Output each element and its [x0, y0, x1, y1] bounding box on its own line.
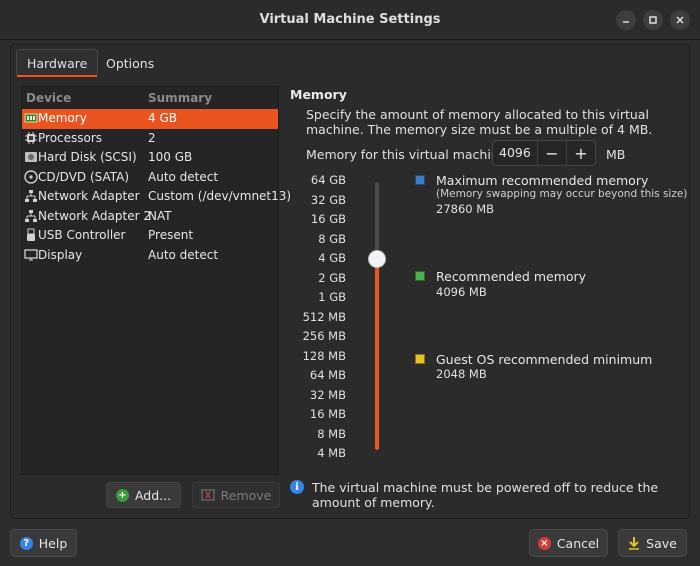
device-name: Hard Disk (SCSI) [38, 150, 137, 164]
cancel-button[interactable]: × Cancel [529, 529, 608, 557]
device-summary: Custom (/dev/vmnet13) [148, 189, 292, 203]
device-name: Memory [38, 111, 87, 125]
save-arrow-icon [629, 537, 640, 550]
guest-minimum-title: Guest OS recommended minimum [436, 352, 653, 367]
decrement-button[interactable]: − [537, 141, 566, 165]
info-icon: i [290, 480, 304, 494]
device-name: Network Adapter [38, 189, 140, 203]
save-label: Save [646, 535, 677, 551]
device-row-cd-dvd[interactable]: CD/DVD (SATA) Auto detect [22, 168, 278, 188]
title-bar: Virtual Machine Settings [0, 0, 700, 40]
scale-label: 16 MB [309, 407, 346, 421]
memory-input[interactable]: 4096 [493, 141, 537, 165]
device-name: USB Controller [38, 228, 126, 242]
scale-label: 8 GB [318, 231, 346, 246]
scale-label: 1 GB [318, 290, 346, 304]
window-title: Virtual Machine Settings [259, 12, 441, 27]
remove-icon [201, 489, 215, 501]
minimize-button[interactable] [616, 10, 636, 30]
device-summary: Auto detect [148, 247, 219, 262]
device-row-network-adapter-2[interactable]: Network Adapter 2 NAT [22, 207, 278, 227]
processor-icon [25, 131, 37, 144]
column-device: Device [26, 91, 72, 105]
help-label: Help [38, 535, 68, 551]
device-row-network-adapter[interactable]: Network Adapter Custom (/dev/vmnet13) [22, 187, 291, 207]
memory-icon [24, 113, 38, 123]
max-memory-title: Maximum recommended memory [436, 173, 649, 188]
scale-label: 32 GB [310, 192, 346, 207]
max-memory-note: (Memory swapping may occur beyond this s… [436, 188, 688, 200]
column-summary: Summary [148, 91, 213, 105]
device-summary: 100 GB [148, 150, 193, 164]
device-row-usb-controller[interactable]: USB Controller Present [22, 226, 278, 246]
tab-hardware[interactable]: Hardware [16, 49, 99, 77]
device-row-display[interactable]: Display Auto detect [22, 246, 278, 266]
maximize-icon [649, 16, 657, 24]
device-row-hard-disk[interactable]: Hard Disk (SCSI) 100 GB [22, 148, 278, 168]
tab-options[interactable]: Options [96, 49, 164, 77]
help-button[interactable]: ? Help [10, 529, 77, 557]
scale-label: 2 GB [318, 270, 346, 285]
device-summary: NAT [148, 208, 172, 223]
usb-icon [27, 228, 35, 241]
scale-label: 4 GB [318, 251, 346, 265]
scale-label: 32 MB [309, 387, 346, 402]
memory-slider-handle[interactable] [368, 249, 386, 268]
scale-label: 64 MB [309, 368, 346, 382]
device-list-header: Device Summary [22, 87, 278, 109]
hard-disk-icon [25, 152, 37, 162]
settings-frame: Hardware Options Device Summary Memory 4… [10, 44, 690, 519]
scale-label: 256 MB [302, 329, 346, 343]
add-label: Add... [134, 487, 172, 503]
device-row-memory[interactable]: Memory 4 GB [22, 109, 278, 129]
cd-dvd-icon [24, 169, 38, 184]
scale-label: 128 MB [302, 348, 346, 363]
display-icon [24, 248, 38, 260]
remove-device-button[interactable]: Remove [192, 482, 280, 508]
device-summary: Auto detect [148, 169, 219, 184]
scale-label: 8 MB [317, 426, 346, 441]
device-name: CD/DVD (SATA) [38, 169, 130, 184]
guest-minimum-value: 2048 MB [436, 367, 487, 381]
increment-button[interactable]: + [566, 141, 595, 165]
scale-label: 64 GB [310, 173, 346, 187]
save-button[interactable]: Save [618, 529, 687, 557]
recommended-memory-value: 4096 MB [436, 285, 487, 299]
guest-minimum-swatch [415, 354, 425, 364]
section-title: Memory [290, 87, 347, 102]
device-summary: 4 GB [148, 111, 177, 125]
minimize-icon [623, 21, 629, 23]
memory-slider-fill [375, 258, 379, 450]
device-row-processors[interactable]: Processors 2 [22, 129, 278, 149]
close-icon [676, 16, 684, 24]
max-memory-swatch [415, 175, 425, 185]
network-icon [25, 209, 37, 222]
recommended-memory-title: Recommended memory [436, 269, 587, 284]
add-device-button[interactable]: + Add... [106, 482, 181, 508]
device-summary: Present [148, 228, 194, 242]
device-list: Device Summary Memory 4 GB Processors 2 … [21, 86, 291, 475]
device-name: Network Adapter 2 [38, 208, 151, 223]
memory-unit: MB [606, 147, 626, 162]
memory-stepper: 4096 − + [492, 140, 596, 166]
close-button[interactable] [670, 10, 690, 30]
add-icon: + [115, 488, 129, 502]
max-memory-value: 27860 MB [436, 202, 495, 216]
info-message: The virtual machine must be powered off … [312, 480, 659, 510]
scale-label: 512 MB [302, 309, 346, 324]
remove-label: Remove [220, 487, 272, 503]
device-name: Processors [38, 130, 103, 145]
device-summary: 2 [148, 130, 156, 145]
network-icon [25, 190, 37, 202]
cancel-icon: × [537, 536, 551, 550]
memory-description: Specify the amount of memory allocated t… [306, 107, 653, 137]
scale-label: 16 GB [310, 212, 346, 226]
device-name: Display [38, 247, 83, 262]
scale-label: 4 MB [317, 446, 346, 460]
memory-field-label: Memory for this virtual machine: [306, 147, 511, 162]
help-icon: ? [19, 536, 33, 550]
recommended-memory-swatch [415, 271, 425, 281]
maximize-button[interactable] [643, 10, 663, 30]
cancel-label: Cancel [556, 535, 600, 551]
